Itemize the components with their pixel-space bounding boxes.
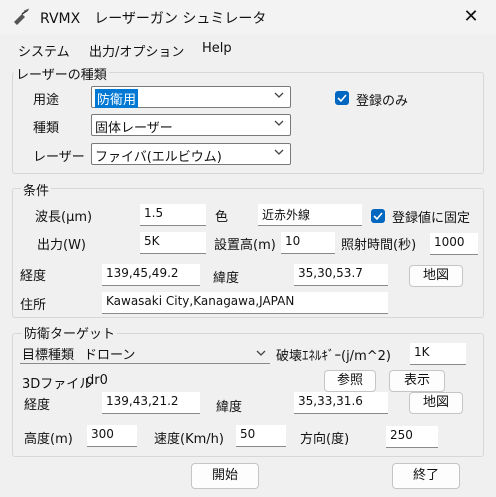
- use-select[interactable]: 防衛用: [91, 86, 291, 108]
- wavelength-field[interactable]: 1.5: [140, 204, 206, 226]
- target-legend: 防衛ターゲット: [22, 323, 118, 342]
- destruction-energy-field[interactable]: 1K: [410, 343, 466, 365]
- fix-registered-label[interactable]: 登録値に固定: [392, 207, 470, 226]
- kind-label: 種類: [33, 121, 60, 136]
- close-button[interactable]: ✕: [456, 5, 486, 29]
- chevron-down-icon: [274, 149, 284, 155]
- menu-system[interactable]: システム: [18, 41, 70, 60]
- register-only-checkbox[interactable]: [335, 91, 349, 105]
- checkmark-icon: [373, 212, 383, 221]
- laser-gun-icon: [14, 8, 30, 25]
- kind-select[interactable]: 固体レーザー: [91, 114, 291, 136]
- display-button[interactable]: 表示: [389, 370, 445, 392]
- target-type-label: 目標種類: [22, 348, 75, 363]
- menu-help[interactable]: Help: [202, 41, 232, 56]
- target-type-select[interactable]: 目標種類 ドローン: [20, 342, 270, 364]
- laser-label: レーザー: [33, 150, 85, 165]
- target-latitude-label: 緯度: [216, 400, 243, 415]
- laser-select[interactable]: ファイバ(エルビウム): [91, 143, 291, 165]
- chevron-down-icon: [274, 120, 284, 126]
- file-label: 3Dファイル: [22, 377, 93, 392]
- irradiation-time-label: 照射時間(秒): [341, 238, 417, 253]
- target-map-button[interactable]: 地図: [409, 392, 463, 414]
- longitude-field[interactable]: 139,45,49.2: [102, 264, 200, 286]
- target-type-value: ドローン: [84, 348, 136, 363]
- chevron-down-icon: [274, 92, 284, 98]
- laser-value: ファイバ(エルビウム): [95, 150, 222, 165]
- checkmark-icon: [337, 94, 347, 103]
- address-field[interactable]: Kawasaki City,Kanagawa,JAPAN: [102, 292, 388, 314]
- destruction-energy-label: 破壊ｴﾈﾙｷﾞｰ(j/m^2): [276, 349, 391, 364]
- speed-field[interactable]: 50: [236, 425, 286, 447]
- irradiation-time-field[interactable]: 1000: [430, 233, 478, 255]
- use-label: 用途: [33, 93, 60, 108]
- altitude-field[interactable]: 300: [87, 425, 137, 447]
- menu-output-options[interactable]: 出力/オプション: [89, 41, 184, 60]
- target-longitude-field[interactable]: 139,43,21.2: [102, 392, 200, 414]
- color-label: 色: [215, 210, 229, 225]
- target-latitude-field[interactable]: 35,33,31.6: [294, 392, 388, 414]
- longitude-label: 経度: [20, 269, 47, 284]
- start-button[interactable]: 開始: [191, 463, 259, 489]
- end-button[interactable]: 終了: [392, 463, 460, 489]
- direction-field[interactable]: 250: [386, 426, 438, 448]
- map-button[interactable]: 地図: [409, 265, 463, 287]
- file-value: dr0: [86, 373, 108, 388]
- latitude-label: 緯度: [213, 271, 240, 286]
- install-height-label: 設置高(m): [214, 238, 276, 253]
- laser-type-legend: レーザーの種類: [14, 64, 109, 83]
- fix-registered-checkbox[interactable]: [371, 209, 385, 223]
- output-field[interactable]: 5K: [140, 232, 206, 254]
- color-field[interactable]: 近赤外線: [258, 204, 362, 226]
- browse-button[interactable]: 参照: [324, 370, 376, 392]
- address-label: 住所: [20, 298, 47, 313]
- target-longitude-label: 経度: [24, 398, 51, 413]
- use-value: 防衛用: [95, 89, 139, 108]
- chevron-down-icon: [256, 350, 266, 356]
- install-height-field[interactable]: 10: [281, 232, 335, 254]
- window-title: RVMX レーザーガン シュミレータ: [40, 11, 267, 27]
- speed-label: 速度(Km/h): [154, 432, 224, 447]
- conditions-legend: 条件: [21, 180, 52, 199]
- direction-label: 方向(度): [300, 432, 350, 447]
- register-only-label[interactable]: 登録のみ: [356, 90, 408, 109]
- output-label: 出力(W): [37, 238, 86, 253]
- menu-bar: [0, 38, 496, 60]
- latitude-field[interactable]: 35,30,53.7: [294, 264, 388, 286]
- kind-value: 固体レーザー: [95, 121, 173, 136]
- wavelength-label: 波長(μm): [35, 210, 93, 225]
- altitude-label: 高度(m): [24, 432, 73, 447]
